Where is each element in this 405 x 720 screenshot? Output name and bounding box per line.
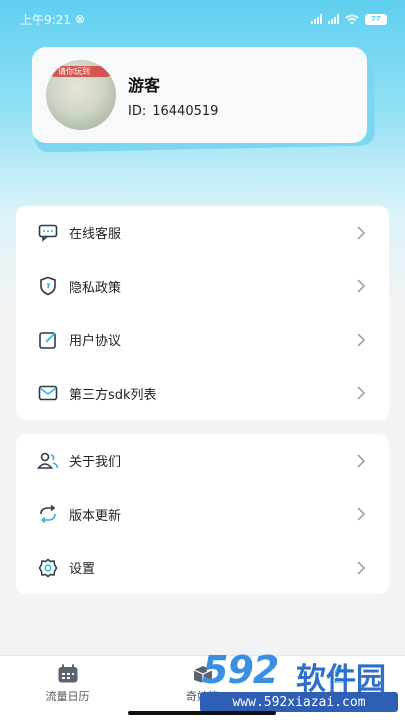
profile-card-wrapper: 请你玩到 游客 ID: 16440519 xyxy=(30,45,375,153)
menu-item-label: 用户协议 xyxy=(69,334,122,350)
person-icon xyxy=(329,665,346,683)
menu-item-privacy-policy[interactable]: 隐私政策 xyxy=(16,260,389,314)
menu-item-label: 关于我们 xyxy=(69,455,122,471)
chevron-right-icon xyxy=(357,333,366,347)
status-time: 上午9:21 xyxy=(20,12,71,27)
tab-label: 奇妙箱 xyxy=(186,690,219,703)
users-icon xyxy=(37,450,59,472)
avatar[interactable]: 请你玩到 xyxy=(46,60,116,130)
profile-card[interactable]: 请你玩到 游客 ID: 16440519 xyxy=(32,47,367,143)
menu-item-about-us[interactable]: 关于我们 xyxy=(16,434,389,488)
menu-item-third-party-sdk[interactable]: 第三方sdk列表 xyxy=(16,367,389,421)
user-id: ID: 16440519 xyxy=(128,104,218,119)
chevron-right-icon xyxy=(357,386,366,400)
chevron-right-icon xyxy=(357,454,366,468)
chevron-right-icon xyxy=(357,226,366,240)
chat-icon xyxy=(37,222,59,244)
signal-strength-icon-2 xyxy=(328,14,339,24)
menu-group-support: 在线客服 隐私政策 用户协议 第三方sdk列表 xyxy=(16,206,389,420)
shield-icon xyxy=(37,275,59,297)
menu-item-online-service[interactable]: 在线客服 xyxy=(16,206,389,260)
menu-item-label: 第三方sdk列表 xyxy=(69,387,157,403)
tab-traffic-calendar[interactable]: 流量日历 xyxy=(18,664,118,704)
home-indicator xyxy=(128,711,276,715)
wifi-icon xyxy=(345,14,359,24)
menu-item-settings[interactable]: 设置 xyxy=(16,541,389,595)
tab-mine[interactable]: 我的 xyxy=(288,664,388,704)
status-bar: 上午9:21 ⊗ 77 xyxy=(0,0,405,38)
chevron-right-icon xyxy=(357,507,366,521)
refresh-icon xyxy=(37,503,59,525)
calendar-icon xyxy=(58,664,77,683)
box-icon xyxy=(193,666,212,683)
mail-icon xyxy=(37,382,59,404)
menu-item-user-agreement[interactable]: 用户协议 xyxy=(16,313,389,367)
menu-item-label: 设置 xyxy=(69,562,96,578)
user-id-value: 16440519 xyxy=(152,103,219,119)
tab-label: 我的 xyxy=(326,690,349,703)
battery-icon: 77 xyxy=(365,13,387,25)
settings-icon xyxy=(37,557,59,579)
menu-group-app: 关于我们 版本更新 设置 xyxy=(16,434,389,594)
avatar-banner-text: 请你玩到 xyxy=(58,67,90,76)
menu-item-label: 版本更新 xyxy=(69,508,122,524)
user-id-label: ID: xyxy=(128,103,147,119)
notification-icon: ⊗ xyxy=(74,12,86,26)
menu-item-label: 在线客服 xyxy=(69,227,122,243)
chevron-right-icon xyxy=(357,561,366,575)
chevron-right-icon xyxy=(357,279,366,293)
username: 游客 xyxy=(128,75,161,95)
tab-wonder-box[interactable]: 奇妙箱 xyxy=(153,664,253,704)
signal-strength-icon xyxy=(311,14,322,24)
menu-item-version-update[interactable]: 版本更新 xyxy=(16,488,389,542)
edit-icon xyxy=(37,329,59,351)
menu-item-label: 隐私政策 xyxy=(69,280,122,296)
tab-label: 流量日历 xyxy=(45,690,90,703)
